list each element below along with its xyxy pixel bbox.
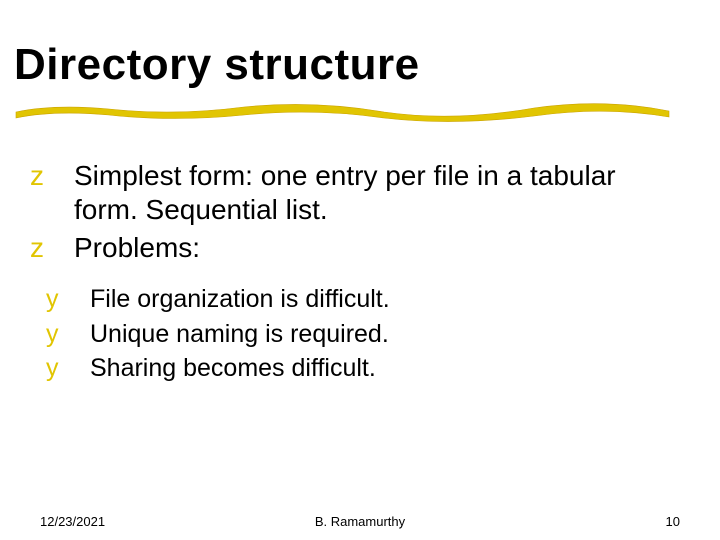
brush-underline-icon	[14, 94, 674, 124]
bullet-text: Sharing becomes difficult.	[90, 354, 376, 382]
y-bullet-icon: y	[68, 283, 90, 316]
z-bullet-icon: z	[52, 231, 74, 265]
title-block: Directory structure	[14, 42, 680, 124]
bullet-level1: zSimplest form: one entry per file in a …	[34, 159, 665, 227]
y-bullet-icon: y	[68, 318, 90, 351]
bullet-text: Problems:	[74, 232, 200, 263]
slide-title: Directory structure	[14, 42, 680, 88]
footer-author: B. Ramamurthy	[315, 514, 405, 529]
z-bullet-icon: z	[52, 159, 74, 193]
body-text: zSimplest form: one entry per file in a …	[34, 155, 665, 387]
slide: Directory structure zSimplest form: one …	[0, 0, 720, 540]
bullet-level2: ySharing becomes difficult.	[64, 352, 665, 385]
title-underline	[14, 94, 674, 124]
bullet-level1: zProblems:	[34, 231, 665, 265]
footer-page: 10	[666, 514, 680, 529]
y-bullet-icon: y	[68, 352, 90, 385]
footer-date: 12/23/2021	[40, 514, 105, 529]
sub-bullets: yFile organization is difficult. yUnique…	[34, 283, 665, 385]
bullet-level2: yUnique naming is required.	[64, 318, 665, 351]
bullet-text: Unique naming is required.	[90, 320, 389, 348]
bullet-text: Simplest form: one entry per file in a t…	[74, 160, 616, 225]
bullet-level2: yFile organization is difficult.	[64, 283, 665, 316]
bullet-text: File organization is difficult.	[90, 285, 390, 313]
